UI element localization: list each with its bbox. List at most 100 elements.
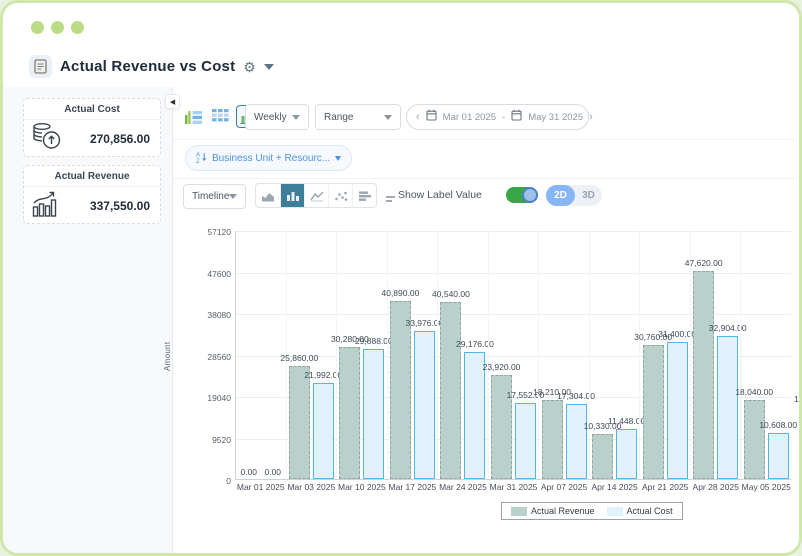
bar-chart-icon[interactable] <box>280 184 304 207</box>
actual-revenue-value: 337,550.00 <box>89 198 150 213</box>
y-tick-label: 9520 <box>212 434 231 445</box>
chart-type-switcher <box>255 183 377 208</box>
window-dot-1[interactable] <box>31 21 44 34</box>
show-label-value-toggle[interactable] <box>506 187 538 203</box>
bar-value-label: 0.00 <box>240 467 258 477</box>
bar-actual-revenue[interactable] <box>743 400 765 479</box>
clipped-data-label: 1 <box>794 394 799 404</box>
legend-item-revenue[interactable]: Actual Revenue <box>511 506 595 516</box>
bar-actual-revenue[interactable] <box>288 366 310 479</box>
app-window: Actual Revenue vs Cost ⚙ ◀ Actual Cost 2… <box>0 0 802 556</box>
bar-actual-revenue[interactable] <box>693 271 715 479</box>
area-chart-icon[interactable] <box>256 184 280 207</box>
category-group: 30,760.00 31,400.00 Apr 21 2025 <box>634 231 696 492</box>
y-tick-label: 47600 <box>207 268 231 279</box>
timeline-value: Timeline <box>192 191 230 202</box>
category-group: 40,540.00 29,176.00 Mar 24 2025 <box>432 231 494 492</box>
chart-table-view-icon[interactable] <box>182 105 205 128</box>
label-options-icon[interactable] <box>386 191 396 209</box>
bar-value-label: 25,860.00 <box>280 353 319 364</box>
range-value: Range <box>324 111 354 123</box>
bar-value-label: 10,608.00 <box>759 419 798 430</box>
date-range-picker: ‹ Mar 01 2025 - May 31 2025 › <box>406 104 593 130</box>
sidebar-divider <box>172 87 173 553</box>
bar-actual-cost[interactable] <box>515 402 536 479</box>
grid-view-icon[interactable] <box>209 105 232 128</box>
dimension-switcher: 2D 3D <box>546 185 602 206</box>
frequency-select[interactable]: Weekly <box>245 104 309 130</box>
date-range-end[interactable]: May 31 2025 <box>528 112 583 123</box>
window-dot-2[interactable] <box>51 21 64 34</box>
category-group: 25,860.00 21,992.00 Mar 03 2025 <box>280 231 342 492</box>
bar-value-label: 40,540.00 <box>432 289 470 300</box>
svg-text:Z: Z <box>196 159 200 163</box>
sort-az-icon: AZ <box>196 151 207 166</box>
bar-actual-cost[interactable] <box>666 342 688 479</box>
show-label-value-label: Show Label Value <box>398 189 482 201</box>
toolbar-separator <box>173 139 796 140</box>
legend-item-cost[interactable]: Actual Cost <box>606 506 673 516</box>
toolbar-separator <box>173 178 796 179</box>
actual-revenue-card-title: Actual Revenue <box>24 166 160 187</box>
bar-groups: 0.00 0.00 Mar 01 2025 25,860.00 21,992.00 Mar… <box>236 231 797 492</box>
calendar-icon <box>426 108 437 126</box>
svg-text:A: A <box>196 152 200 158</box>
next-period-button[interactable]: › <box>589 111 593 123</box>
chevron-down-icon <box>384 114 392 120</box>
hbar-chart-icon[interactable] <box>352 184 376 207</box>
bar-actual-revenue[interactable] <box>642 344 664 479</box>
range-select[interactable]: Range <box>315 104 401 130</box>
bar-actual-cost[interactable] <box>565 403 587 479</box>
bar-actual-cost[interactable] <box>312 383 334 479</box>
bar-value-label: 23,920.00 <box>482 361 521 372</box>
calendar-icon <box>511 108 522 126</box>
date-range-start[interactable]: Mar 01 2025 <box>443 112 496 123</box>
category-group: 30,280.00 29,888.00 Mar 10 2025 <box>331 231 393 492</box>
dimension-2d-button[interactable]: 2D <box>546 185 575 206</box>
bar-actual-revenue[interactable] <box>339 347 361 479</box>
category-group: 18,040.00 10,608.00 May 05 2025 <box>735 231 797 492</box>
page-title: Actual Revenue vs Cost <box>60 58 236 75</box>
window-dot-3[interactable] <box>71 21 84 34</box>
dimension-3d-button[interactable]: 3D <box>575 190 602 201</box>
timeline-select[interactable]: Timeline <box>183 184 246 209</box>
y-tick-label: 38080 <box>207 310 231 320</box>
caret-down-icon[interactable] <box>263 63 274 70</box>
bar-value-label: 18,040.00 <box>735 387 774 398</box>
date-range-separator: - <box>502 111 506 123</box>
x-tick-label: May 05 2025 <box>741 482 791 492</box>
actual-cost-card-title: Actual Cost <box>24 99 160 120</box>
y-tick-label: 57120 <box>207 227 231 237</box>
toggle-knob <box>522 187 538 203</box>
bar-actual-cost[interactable] <box>616 429 638 479</box>
bar-actual-cost[interactable] <box>413 330 435 479</box>
group-by-chip[interactable]: AZ Business Unit + Resourc... <box>185 145 353 171</box>
y-axis: 0 9520 19040 28560 38080 47600 57120 <box>189 227 231 486</box>
category-group: 0.00 0.00 Mar 01 2025 <box>236 231 286 492</box>
actual-cost-card: Actual Cost 270,856.00 <box>23 98 161 157</box>
y-tick-label: 28560 <box>207 351 231 362</box>
chart-legend: Actual Revenue Actual Cost <box>501 502 683 520</box>
bar-value-label: 47,620.00 <box>684 258 723 269</box>
bar-value-label: 0.00 <box>264 467 282 477</box>
chevron-down-icon <box>335 155 342 161</box>
bar-actual-revenue[interactable] <box>440 302 462 479</box>
bar-actual-revenue[interactable] <box>592 434 614 479</box>
y-axis-title: Amount <box>163 341 172 371</box>
revenue-swatch <box>511 506 527 516</box>
line-chart-icon[interactable] <box>304 184 328 207</box>
growth-chart-icon <box>32 190 62 222</box>
chevron-down-icon <box>229 194 238 199</box>
scatter-chart-icon[interactable] <box>328 184 352 207</box>
bar-actual-revenue[interactable] <box>541 399 563 479</box>
bar-actual-cost[interactable] <box>717 335 739 479</box>
bar-actual-cost[interactable] <box>767 432 789 479</box>
sidebar-collapse-button[interactable]: ◀ <box>165 94 180 109</box>
group-by-label: Business Unit + Resourc... <box>212 152 331 164</box>
gear-icon[interactable]: ⚙ <box>243 60 256 74</box>
bar-actual-cost[interactable] <box>363 348 385 479</box>
legend-cost-label: Actual Cost <box>626 506 673 516</box>
prev-period-button[interactable]: ‹ <box>416 111 420 123</box>
category-group: 10,330.00 11,448.00 Apr 14 2025 <box>584 231 645 492</box>
category-group: 18,210.00 17,304.00 Apr 07 2025 <box>533 231 595 492</box>
